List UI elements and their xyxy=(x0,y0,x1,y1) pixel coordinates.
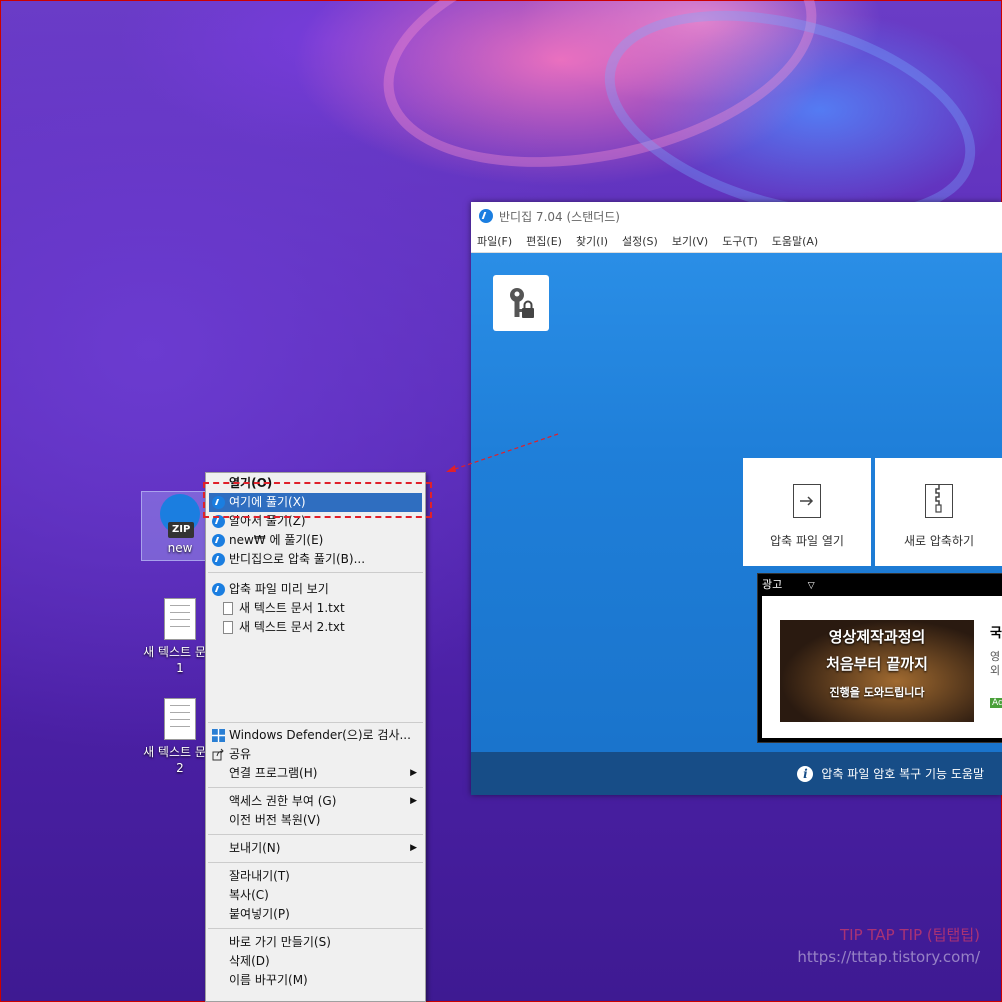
submenu-arrow-icon: ▶ xyxy=(410,768,417,778)
context-menu: 열기(O) 여기에 풀기(X) 알아서 풀기(Z) new₩ 에 풀기(E) 반… xyxy=(205,472,426,1002)
menu-bar: 파일(F) 편집(E) 찾기(I) 설정(S) 보기(V) 도구(T) 도움말(… xyxy=(471,230,1002,253)
status-help-link[interactable]: 압축 파일 암호 복구 기능 도움말 xyxy=(821,765,984,782)
menu-edit[interactable]: 편집(E) xyxy=(526,233,562,249)
bandizip-icon xyxy=(212,583,225,596)
window-title: 반디집 7.04 (스탠더드) xyxy=(499,209,620,224)
menu-item-extract-with-bandizip[interactable]: 반디집으로 압축 풀기(B)... xyxy=(206,550,425,569)
menu-help[interactable]: 도움말(A) xyxy=(772,233,818,249)
menu-item-extract-to-folder[interactable]: new₩ 에 풀기(E) xyxy=(206,531,425,550)
submenu-arrow-icon: ▶ xyxy=(410,796,417,806)
menu-item-give-access[interactable]: 액세스 권한 부여 (G) ▶ xyxy=(206,792,425,811)
key-lock-icon xyxy=(510,288,534,318)
window-titlebar[interactable]: 반디집 7.04 (스탠더드) xyxy=(471,202,1002,230)
menu-item-paste[interactable]: 붙여넣기(P) xyxy=(206,905,425,924)
menu-item-create-shortcut[interactable]: 바로 가기 만들기(S) xyxy=(206,933,425,952)
menu-separator xyxy=(208,787,423,788)
advertisement-panel: 광고 ▽ 영상제작과정의 처음부터 끝까지 진행을 도와드립니다 국 영 외 A… xyxy=(757,573,1002,743)
ad-badge: Ad xyxy=(990,698,1002,708)
bandizip-zip-icon: ZIP xyxy=(158,494,202,538)
password-key-button[interactable] xyxy=(493,275,549,331)
annotation-arrow xyxy=(446,433,559,472)
menu-item-share[interactable]: 공유 xyxy=(206,745,425,764)
open-archive-tile[interactable]: 압축 파일 열기 xyxy=(743,458,871,566)
menu-separator xyxy=(208,572,423,573)
bandizip-window: 반디집 7.04 (스탠더드) 파일(F) 편집(E) 찾기(I) 설정(S) … xyxy=(471,202,1002,795)
app-main-area: 압축 파일 열기 새로 압축하기 광고 ▽ 영상제작과정의 처음부터 끝까지 진… xyxy=(471,253,1002,752)
open-archive-icon xyxy=(793,484,821,518)
defender-icon xyxy=(212,729,225,742)
menu-view[interactable]: 보기(V) xyxy=(672,233,708,249)
document-icon xyxy=(223,621,236,634)
bandizip-icon xyxy=(212,534,225,547)
watermark-url: https://tttap.tistory.com/ xyxy=(797,948,980,966)
info-icon: i xyxy=(797,765,814,782)
menu-item-defender-scan[interactable]: Windows Defender(으)로 검사... xyxy=(206,726,425,745)
bandizip-icon xyxy=(212,553,225,566)
annotation-highlight-box xyxy=(203,482,432,518)
document-icon xyxy=(223,602,236,615)
ad-headline-2: 처음부터 끝까지 xyxy=(826,655,928,673)
menu-find[interactable]: 찾기(I) xyxy=(576,233,608,249)
new-archive-label: 새로 압축하기 xyxy=(903,534,975,548)
ad-tagline: 진행을 도와드립니다 xyxy=(829,686,925,699)
open-archive-label: 압축 파일 열기 xyxy=(770,534,844,548)
ad-side-title: 국 xyxy=(990,626,1002,641)
bandizip-logo-icon xyxy=(479,209,493,223)
menu-item-archive-file[interactable]: 새 텍스트 문서 1.txt xyxy=(206,599,425,618)
menu-item-open-with[interactable]: 연결 프로그램(H) ▶ xyxy=(206,764,425,783)
menu-file[interactable]: 파일(F) xyxy=(477,233,512,249)
menu-separator xyxy=(208,722,423,723)
ad-banner-image[interactable]: 영상제작과정의 처음부터 끝까지 진행을 도와드립니다 xyxy=(780,620,974,722)
menu-separator xyxy=(208,928,423,929)
ad-headline-1: 영상제작과정의 xyxy=(828,628,926,646)
menu-item-send-to[interactable]: 보내기(N) ▶ xyxy=(206,839,425,858)
submenu-arrow-icon: ▶ xyxy=(410,843,417,853)
menu-item-archive-file[interactable]: 새 텍스트 문서 2.txt xyxy=(206,618,425,637)
menu-tools[interactable]: 도구(T) xyxy=(722,233,758,249)
share-icon xyxy=(212,748,225,761)
watermark-title: TIP TAP TIP (팁탭팁) xyxy=(840,926,980,944)
ad-side-line: 외 xyxy=(990,664,1001,677)
menu-separator xyxy=(208,834,423,835)
menu-item-rename[interactable]: 이름 바꾸기(M) xyxy=(206,971,425,990)
menu-item-preview-archive[interactable]: 압축 파일 미리 보기 xyxy=(206,580,425,599)
menu-item-cut[interactable]: 잘라내기(T) xyxy=(206,867,425,886)
zipper-file-icon xyxy=(925,484,953,518)
text-file-icon xyxy=(164,698,196,740)
ad-label: 광고 xyxy=(762,578,783,591)
menu-item-copy[interactable]: 복사(C) xyxy=(206,886,425,905)
status-bar[interactable]: i 압축 파일 암호 복구 기능 도움말 xyxy=(471,752,1002,795)
menu-item-restore-previous[interactable]: 이전 버전 복원(V) xyxy=(206,811,425,830)
watermark: TIP TAP TIP (팁탭팁) https://tttap.tistory.… xyxy=(797,924,980,968)
menu-settings[interactable]: 설정(S) xyxy=(622,233,658,249)
menu-separator xyxy=(208,862,423,863)
chevron-down-icon[interactable]: ▽ xyxy=(808,581,815,591)
new-archive-tile[interactable]: 새로 압축하기 xyxy=(875,458,1002,566)
menu-item-delete[interactable]: 삭제(D) xyxy=(206,952,425,971)
text-file-icon xyxy=(164,598,196,640)
